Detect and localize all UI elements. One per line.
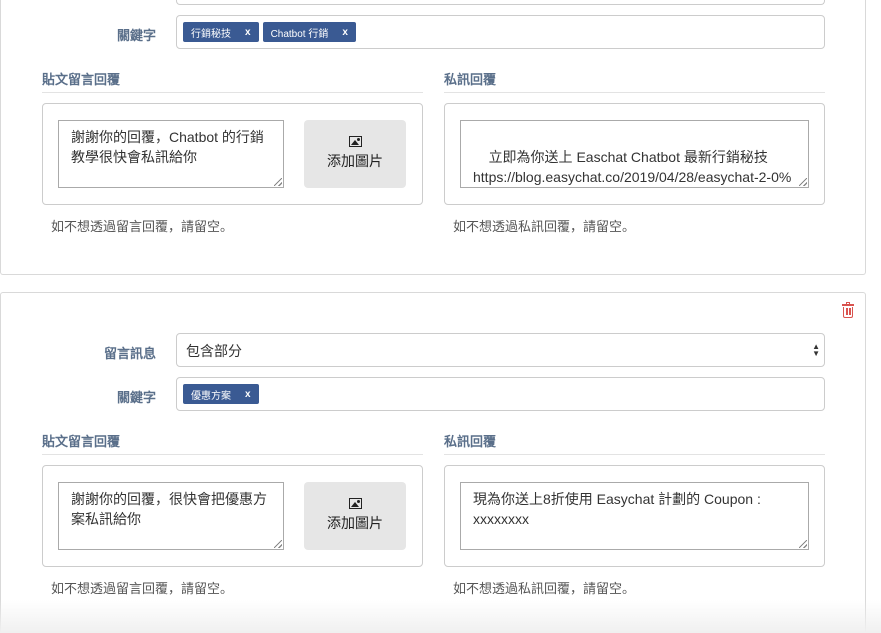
private-reply-title: 私訊回覆	[444, 72, 497, 87]
divider	[42, 92, 423, 93]
private-reply-help: 如不想透過私訊回覆，請留空。	[453, 581, 636, 596]
post-reply-text: 謝謝你的回覆，Chatbot 的行銷教學很快會私訊給你	[71, 129, 264, 165]
private-reply-textarea[interactable]: 立即為你送上 Easchat Chatbot 最新行銷秘技 https://bl…	[460, 120, 809, 188]
keyword-label: 關鍵字	[116, 28, 156, 43]
divider	[42, 454, 423, 455]
divider	[444, 454, 825, 455]
keyword-tags-input[interactable]: 行銷秘技 x Chatbot 行銷 x	[176, 15, 825, 49]
resize-handle[interactable]	[799, 178, 807, 186]
keyword-tag-label: 行銷秘技	[191, 28, 231, 40]
post-reply-help: 如不想透過留言回覆，請留空。	[51, 219, 234, 234]
keyword-tag-label: Chatbot 行銷	[270, 28, 329, 40]
keyword-tag-label: 優惠方案	[191, 390, 231, 402]
private-reply-text: 立即為你送上 Easchat Chatbot 最新行銷秘技 https://bl…	[473, 149, 792, 185]
private-reply-panel: 立即為你送上 Easchat Chatbot 最新行銷秘技 https://bl…	[444, 103, 825, 205]
message-match-value: 包含部分	[186, 343, 242, 359]
post-reply-panel: 謝謝你的回覆，很快會把優惠方案私訊給你 添加圖片	[42, 465, 423, 567]
select-arrows-icon: ▲ ▼	[812, 342, 820, 358]
post-reply-textarea[interactable]: 謝謝你的回覆，Chatbot 的行銷教學很快會私訊給你	[58, 120, 284, 188]
image-icon	[348, 498, 362, 509]
post-reply-title: 貼文留言回覆	[42, 434, 121, 449]
tag-remove-button[interactable]: x	[342, 27, 348, 38]
message-match-select[interactable]: 包含部分 ▲ ▼	[176, 333, 825, 367]
private-reply-textarea[interactable]: 現為你送上8折使用 Easychat 計劃的 Coupon : xxxxxxxx	[460, 482, 809, 550]
previous-select-field-bottom	[176, 0, 825, 5]
post-reply-panel: 謝謝你的回覆，Chatbot 的行銷教學很快會私訊給你 添加圖片	[42, 103, 423, 205]
add-image-label: 添加圖片	[327, 515, 383, 531]
post-reply-text: 謝謝你的回覆，很快會把優惠方案私訊給你	[71, 491, 267, 527]
resize-handle[interactable]	[274, 178, 282, 186]
post-reply-title: 貼文留言回覆	[42, 72, 121, 87]
private-reply-help: 如不想透過私訊回覆，請留空。	[453, 219, 636, 234]
scroll-fade	[0, 600, 881, 633]
add-image-button[interactable]: 添加圖片	[304, 120, 406, 188]
private-reply-panel: 現為你送上8折使用 Easychat 計劃的 Coupon : xxxxxxxx	[444, 465, 825, 567]
private-reply-text: 現為你送上8折使用 Easychat 計劃的 Coupon : xxxxxxxx	[473, 491, 761, 527]
image-icon	[348, 136, 362, 147]
resize-handle[interactable]	[274, 540, 282, 548]
keyword-tag: 優惠方案 x	[183, 384, 259, 404]
keyword-tag: Chatbot 行銷 x	[262, 22, 356, 42]
post-reply-textarea[interactable]: 謝謝你的回覆，很快會把優惠方案私訊給你	[58, 482, 284, 550]
trash-icon[interactable]	[842, 302, 854, 318]
resize-handle[interactable]	[799, 540, 807, 548]
add-image-label: 添加圖片	[327, 153, 383, 169]
post-reply-help: 如不想透過留言回覆，請留空。	[51, 581, 234, 596]
divider	[444, 92, 825, 93]
keyword-tags-input[interactable]: 優惠方案 x	[176, 377, 825, 411]
tag-remove-button[interactable]: x	[245, 27, 251, 38]
tag-remove-button[interactable]: x	[245, 389, 251, 400]
private-reply-title: 私訊回覆	[444, 434, 497, 449]
keyword-tag: 行銷秘技 x	[183, 22, 259, 42]
add-image-button[interactable]: 添加圖片	[304, 482, 406, 550]
message-label: 留言訊息	[103, 346, 156, 361]
keyword-label: 關鍵字	[116, 390, 156, 405]
